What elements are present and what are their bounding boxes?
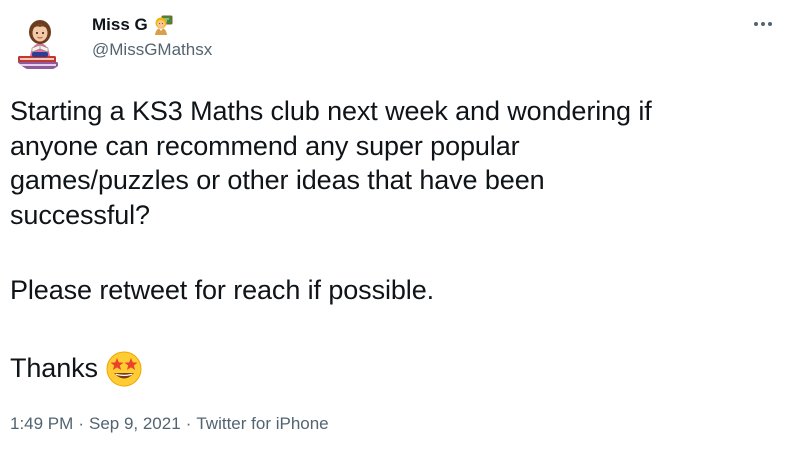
author-display-name[interactable]: Miss G	[92, 15, 148, 35]
tweet-source[interactable]: Twitter for iPhone	[196, 414, 328, 434]
tweet-paragraph-2: Please retweet for reach if possible.	[10, 275, 435, 305]
tweet-paragraph-3: Thanks	[10, 349, 770, 389]
tweet-line: games/puzzles or other ideas that have b…	[10, 165, 545, 195]
meta-separator: ·	[78, 414, 84, 433]
tweet-line: anyone can recommend any super popular	[10, 130, 520, 161]
more-horizontal-icon	[754, 22, 772, 26]
more-options-button[interactable]	[748, 12, 778, 36]
avatar[interactable]	[10, 12, 70, 72]
woman-teacher-emoji-icon	[153, 15, 173, 35]
tweet-paragraph-1: Starting a KS3 Maths club next week and …	[10, 94, 770, 232]
tweet-time[interactable]: 1:49 PM	[10, 414, 73, 434]
author-name-row: Miss G	[92, 14, 173, 36]
star-struck-emoji-icon	[104, 349, 144, 389]
tweet-date[interactable]: Sep 9, 2021	[89, 414, 181, 434]
tweet-thanks-text: Thanks	[10, 353, 98, 384]
tweet-meta: 1:49 PM · Sep 9, 2021 · Twitter for iPho…	[10, 414, 329, 434]
avatar-bitmoji-image	[16, 20, 58, 69]
author-handle[interactable]: @MissGMathsx	[92, 40, 212, 60]
tweet-text: Starting a KS3 Maths club next week and …	[10, 94, 770, 389]
tweet-card: Miss G @MissGMathsx Starting a KS3 Maths…	[0, 0, 786, 449]
tweet-line: Starting a KS3 Maths club next week and …	[10, 96, 652, 126]
tweet-line: successful?	[10, 199, 150, 230]
meta-separator: ·	[185, 414, 192, 433]
